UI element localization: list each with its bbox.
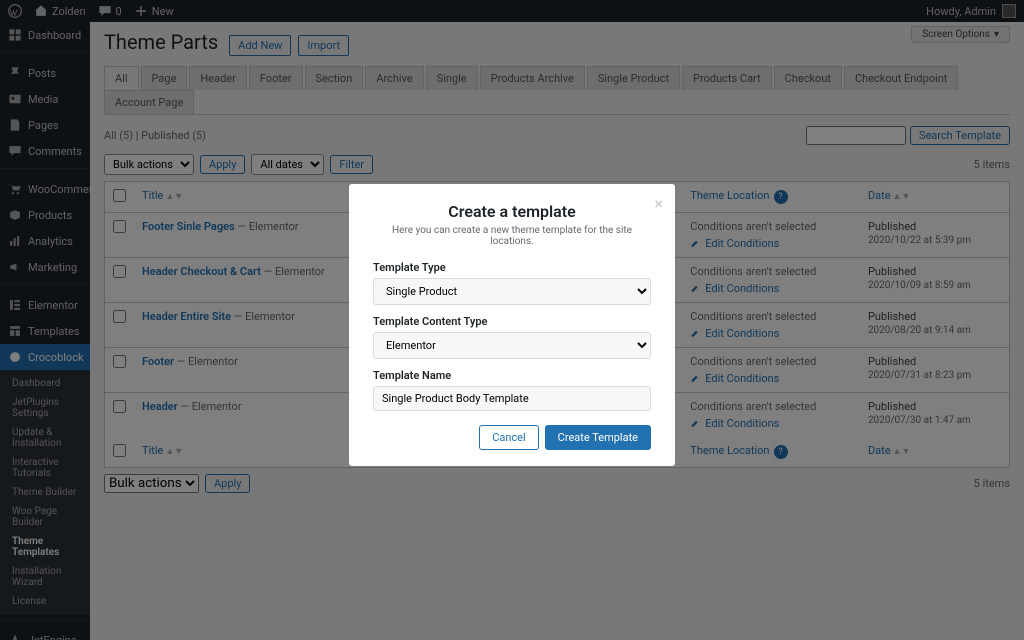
modal-subtitle: Here you can create a new theme template… (373, 225, 651, 247)
template-content-label: Template Content Type (373, 315, 651, 328)
create-template-modal: × Create a template Here you can create … (349, 184, 675, 466)
template-type-label: Template Type (373, 261, 651, 274)
modal-title: Create a template (373, 202, 651, 221)
template-name-input[interactable] (373, 386, 651, 411)
template-content-select[interactable]: Elementor (373, 332, 651, 359)
cancel-button[interactable]: Cancel (479, 425, 538, 450)
modal-overlay[interactable]: × Create a template Here you can create … (0, 0, 1024, 640)
create-template-button[interactable]: Create Template (545, 425, 651, 450)
template-name-label: Template Name (373, 369, 651, 382)
close-icon[interactable]: × (654, 194, 663, 213)
template-type-select[interactable]: Single Product (373, 278, 651, 305)
